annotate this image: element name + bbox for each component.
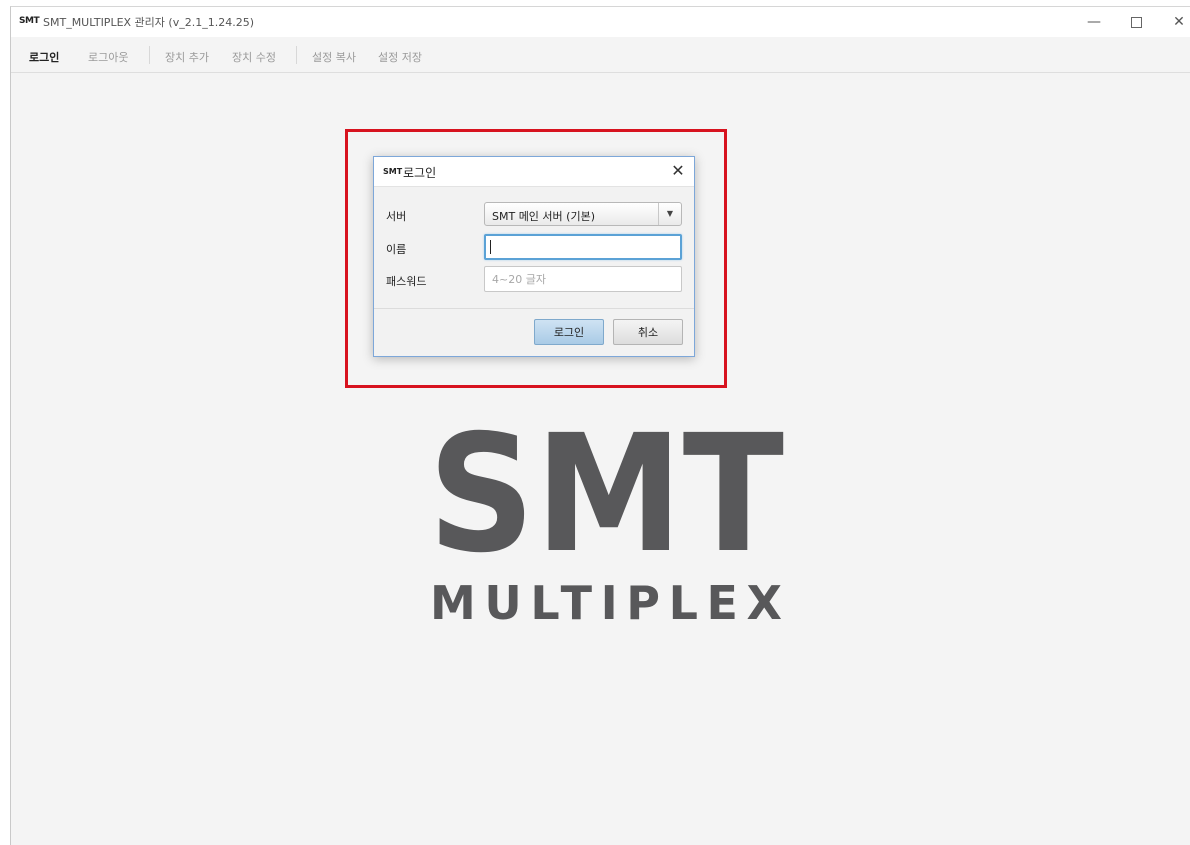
dialog-header: SMT 로그인 ✕ xyxy=(374,157,694,187)
server-select[interactable]: SMT 메인 서버 (기본) ▼ xyxy=(484,202,682,226)
cancel-button[interactable]: 취소 xyxy=(613,319,683,345)
minimize-button[interactable]: — xyxy=(1082,11,1106,33)
dialog-close-button[interactable]: ✕ xyxy=(668,160,688,182)
menu-edit-device[interactable]: 장치 수정 xyxy=(232,49,276,65)
menu-bar: 로그인 로그아웃 장치 추가 장치 수정 설정 복사 설정 저장 xyxy=(11,37,1190,73)
password-label: 패스워드 xyxy=(386,275,427,288)
dialog-divider xyxy=(374,308,694,309)
menu-login[interactable]: 로그인 xyxy=(29,49,59,65)
login-button[interactable]: 로그인 xyxy=(534,319,604,345)
app-window: SMT SMT_MULTIPLEX 관리자 (v_2.1_1.24.25) — … xyxy=(10,6,1190,845)
window-title: SMT_MULTIPLEX 관리자 (v_2.1_1.24.25) xyxy=(43,16,254,29)
name-input[interactable] xyxy=(484,234,682,260)
password-input[interactable] xyxy=(484,266,682,292)
server-select-value: SMT 메인 서버 (기본) xyxy=(492,210,595,223)
minimize-icon: — xyxy=(1087,14,1101,30)
brand-logo-main: SMT xyxy=(428,402,784,589)
chevron-down-icon[interactable]: ▼ xyxy=(658,203,681,225)
close-icon: ✕ xyxy=(1173,14,1185,30)
dialog-logo: SMT xyxy=(383,167,403,176)
maximize-icon xyxy=(1130,16,1142,28)
title-bar: SMT SMT_MULTIPLEX 관리자 (v_2.1_1.24.25) — … xyxy=(11,7,1190,37)
dialog-title: 로그인 xyxy=(403,166,437,180)
brand-logo: SMT MULTIPLEX xyxy=(428,402,784,630)
close-button[interactable]: ✕ xyxy=(1167,11,1190,33)
menu-save-settings[interactable]: 설정 저장 xyxy=(378,49,422,65)
name-label: 이름 xyxy=(386,243,407,256)
app-logo: SMT xyxy=(19,16,40,26)
close-icon: ✕ xyxy=(671,161,685,180)
menu-add-device[interactable]: 장치 추가 xyxy=(165,49,209,65)
maximize-button[interactable] xyxy=(1124,11,1148,33)
login-dialog: SMT 로그인 ✕ 서버 SMT 메인 서버 (기본) ▼ 이름 패스워드 로그… xyxy=(373,156,695,357)
menu-logout[interactable]: 로그아웃 xyxy=(88,49,128,65)
menu-copy-settings[interactable]: 설정 복사 xyxy=(312,49,356,65)
menu-separator xyxy=(149,46,150,64)
text-caret xyxy=(490,240,491,254)
menu-separator xyxy=(296,46,297,64)
server-label: 서버 xyxy=(386,210,407,223)
